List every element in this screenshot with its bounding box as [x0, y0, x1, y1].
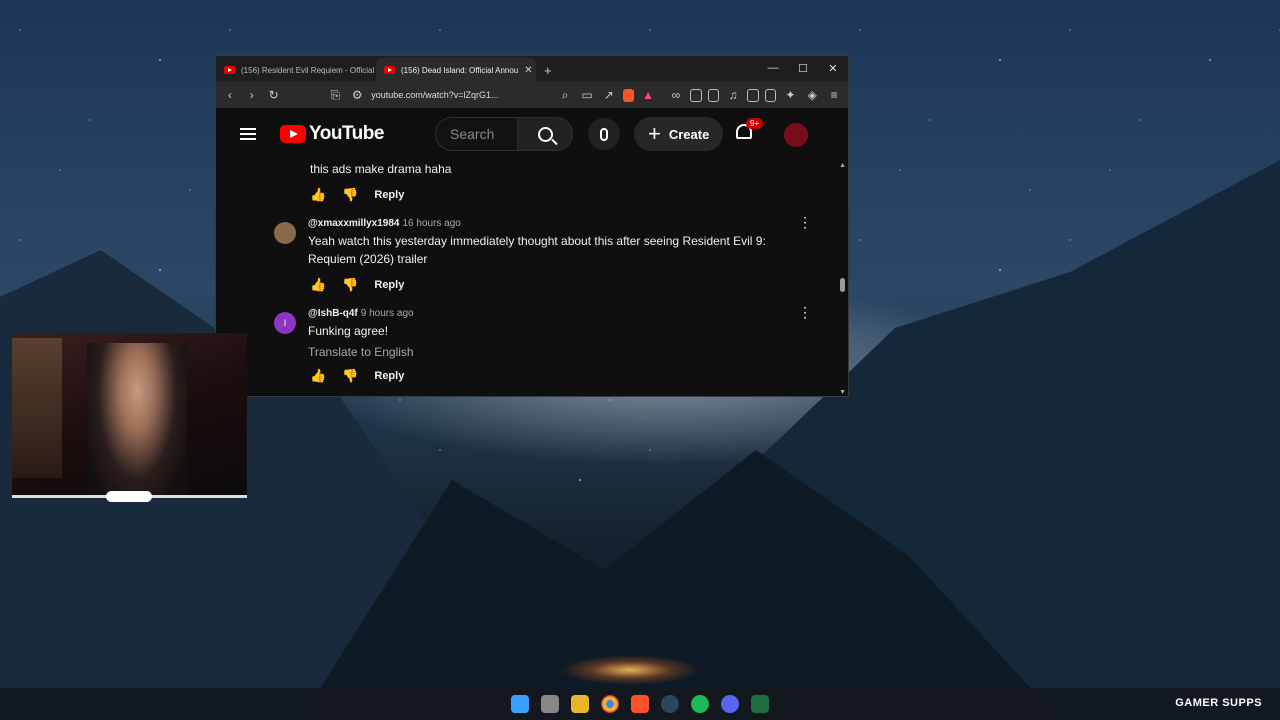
- webcam-shelf: [12, 338, 62, 478]
- wallet-icon[interactable]: [764, 88, 777, 102]
- gamer-supps-logo: GAMER SUPPS: [1175, 697, 1262, 709]
- comment-author[interactable]: @IshB-q4f: [308, 308, 358, 319]
- task-view-icon[interactable]: [541, 695, 559, 713]
- comment-actions: 👍 👎 Reply: [274, 274, 808, 296]
- youtube-favicon-icon: [384, 66, 395, 74]
- share-icon[interactable]: ↗: [601, 88, 617, 102]
- windows-icon[interactable]: [511, 695, 529, 713]
- dislike-icon[interactable]: 👎: [342, 187, 358, 203]
- dislike-icon[interactable]: 👎: [342, 368, 358, 384]
- notification-badge: 9+: [746, 118, 764, 129]
- comment-time[interactable]: 9 hours ago: [361, 308, 414, 319]
- scroll-up-arrow-icon[interactable]: ▲: [839, 162, 846, 169]
- sidebar-icon[interactable]: [747, 88, 759, 102]
- excel-icon[interactable]: [751, 695, 769, 713]
- tab-resident-evil[interactable]: (156) Resident Evil Requiem - Official: [216, 58, 376, 82]
- reload-icon[interactable]: ↻: [266, 88, 282, 102]
- plus-icon: +: [648, 121, 661, 146]
- steam-icon[interactable]: [661, 695, 679, 713]
- music-icon[interactable]: ♫: [725, 88, 741, 102]
- brave-rewards-icon[interactable]: ▲: [640, 88, 656, 102]
- comment-author[interactable]: @xmaxxmillyx1984: [308, 218, 399, 229]
- maximize-button[interactable]: ☐: [788, 56, 818, 80]
- browser-menu-icon[interactable]: ≡: [826, 88, 842, 102]
- comment-more-icon[interactable]: ⋮: [798, 215, 812, 229]
- scroll-down-arrow-icon[interactable]: ▼: [839, 389, 846, 396]
- zoom-icon[interactable]: ⌕: [557, 88, 573, 103]
- comment-text-partial: this ads make drama haha: [310, 162, 452, 176]
- close-window-button[interactable]: ✕: [818, 56, 848, 80]
- cast-icon[interactable]: ▭: [579, 88, 595, 102]
- account-avatar[interactable]: [784, 123, 808, 147]
- search-box: Search: [435, 117, 573, 151]
- extension-box-icon[interactable]: [707, 88, 720, 102]
- new-tab-button[interactable]: +: [536, 58, 560, 82]
- comment-actions: 👍 👎 Reply: [274, 365, 808, 387]
- webcam-overlay: [12, 333, 247, 498]
- comment-actions: 👍 👎 Reply: [274, 184, 808, 206]
- browser-toolbar: ‹ › ↻ ⎘ ⚙ youtube.com/watch?v=lZqrG1... …: [216, 82, 848, 108]
- create-button[interactable]: + Create: [634, 117, 724, 151]
- extensions-icon[interactable]: [689, 88, 702, 102]
- brave-icon[interactable]: [631, 695, 649, 713]
- dislike-icon[interactable]: 👎: [342, 277, 358, 293]
- tab-title: (156) Resident Evil Requiem - Official: [241, 65, 375, 75]
- like-icon[interactable]: 👍: [310, 368, 326, 384]
- voice-search-button[interactable]: [588, 118, 620, 150]
- microphone-icon: [600, 127, 608, 141]
- spotify-icon[interactable]: [691, 695, 709, 713]
- reply-button[interactable]: Reply: [374, 189, 404, 201]
- file-explorer-icon[interactable]: [571, 695, 589, 713]
- tab-title: (156) Dead Island: Official Annou: [401, 65, 519, 75]
- comment-text: Funking agree!: [308, 324, 389, 338]
- tab-strip: (156) Resident Evil Requiem - Official (…: [216, 56, 848, 82]
- comment-item: @xmaxxmillyx1984 16 hours ago Yeah watch …: [274, 215, 812, 268]
- reply-button[interactable]: Reply: [374, 279, 404, 291]
- leo-ai-icon[interactable]: ✦: [782, 88, 798, 102]
- discord-icon[interactable]: [721, 695, 739, 713]
- reply-button[interactable]: Reply: [374, 370, 404, 382]
- youtube-play-icon: [280, 125, 306, 143]
- search-input[interactable]: Search: [435, 117, 517, 151]
- close-tab-icon[interactable]: ✕: [524, 65, 532, 76]
- window-controls: — ☐ ✕: [758, 56, 848, 80]
- forward-icon[interactable]: ›: [244, 88, 260, 102]
- tab-dead-island[interactable]: (156) Dead Island: Official Annou ✕: [376, 58, 536, 82]
- chrome-icon[interactable]: [601, 695, 619, 713]
- back-icon[interactable]: ‹: [222, 88, 238, 102]
- browser-window: (156) Resident Evil Requiem - Official (…: [215, 55, 849, 397]
- search-icon: [537, 126, 553, 142]
- youtube-logo[interactable]: YouTube: [280, 123, 384, 145]
- like-icon[interactable]: 👍: [310, 187, 326, 203]
- extension-glasses-icon[interactable]: ∞: [668, 88, 684, 102]
- site-info-icon[interactable]: ⚙: [349, 88, 365, 102]
- wallpaper-village-lights: [560, 655, 700, 685]
- youtube-favicon-icon: [224, 66, 235, 74]
- scrollbar-thumb[interactable]: [840, 278, 845, 292]
- minimize-button[interactable]: —: [758, 56, 788, 80]
- brave-shields-icon[interactable]: [622, 88, 635, 102]
- comment-item: I @IshB-q4f 9 hours ago Funking agree! Tr…: [274, 305, 812, 359]
- bookmark-icon[interactable]: ⎘: [328, 88, 344, 103]
- youtube-header: YouTube Search + Create 9+: [216, 108, 848, 160]
- translate-link[interactable]: Translate to English: [308, 345, 808, 359]
- like-icon[interactable]: 👍: [310, 277, 326, 293]
- comment-text: Yeah watch this yesterday immediately th…: [308, 234, 766, 266]
- comments-section: this ads make drama haha 👍 👎 Reply @xmax…: [216, 160, 848, 396]
- comment-more-icon[interactable]: ⋮: [798, 305, 812, 319]
- comment-avatar[interactable]: I: [274, 312, 296, 334]
- hamburger-menu-icon[interactable]: [240, 128, 256, 140]
- webcam-frame-knob: [106, 491, 152, 502]
- vpn-icon[interactable]: ◈: [804, 88, 820, 102]
- search-button[interactable]: [517, 117, 573, 151]
- comment-avatar[interactable]: [274, 222, 296, 244]
- comment-time[interactable]: 16 hours ago: [402, 218, 460, 229]
- taskbar: [0, 688, 1280, 720]
- address-bar[interactable]: youtube.com/watch?v=lZqrG1...: [371, 90, 551, 100]
- webcam-person: [87, 343, 187, 498]
